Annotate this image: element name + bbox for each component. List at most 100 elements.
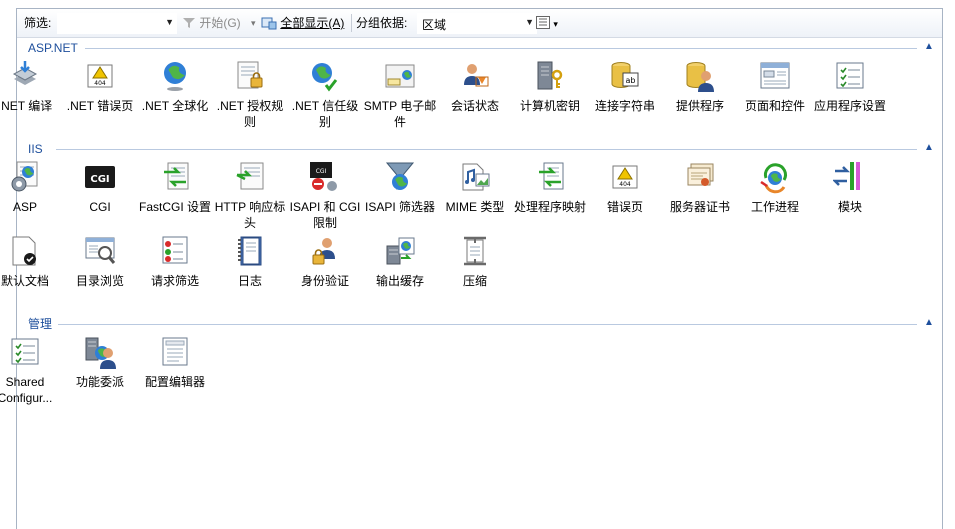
dotnet-error-pages-icon: 404 [83, 59, 117, 93]
feature-compression[interactable]: 压缩 [437, 234, 513, 289]
group-divider [55, 149, 917, 150]
feature-dotnet-authorization-rules[interactable]: .NET 授权规则 [212, 59, 288, 130]
feature-session-state[interactable]: 会话状态 [437, 59, 513, 114]
collapse-group-icon[interactable]: ▲ [922, 141, 936, 155]
feature-label: MIME 类型 [445, 200, 505, 214]
filter-toolbar: 筛选: ▼ 开始(G) ▾ 全部显示(A) 分组依据: 区域 ▼ ▾ [17, 9, 942, 38]
feature-label: 日志 [237, 274, 262, 288]
feature-connection-strings[interactable]: ab 连接字符串 [587, 59, 663, 114]
feature-dotnet-globalization[interactable]: .NET 全球化 [137, 59, 213, 114]
start-button-label: 开始(G) [199, 16, 241, 30]
feature-label: CGI [89, 200, 111, 214]
feature-label: 模块 [837, 200, 862, 214]
feature-label: 连接字符串 [594, 99, 655, 113]
feature-output-caching[interactable]: 输出缓存 [362, 234, 438, 289]
feature-dotnet-trust-levels[interactable]: .NET 信任级别 [287, 59, 363, 130]
feature-label: 配置编辑器 [144, 375, 205, 389]
feature-label: ISAPI 和 CGI 限制 [289, 200, 361, 230]
shared-configuration-icon [8, 335, 42, 369]
feature-isapi-filters[interactable]: ISAPI 筛选器 [362, 160, 438, 215]
collapse-group-icon[interactable]: ▲ [922, 40, 936, 54]
worker-processes-icon [758, 160, 792, 194]
handler-mappings-icon [533, 160, 567, 194]
group-title: IIS [28, 142, 43, 156]
feature-label: 会话状态 [450, 99, 499, 113]
group-by-select[interactable]: 区域 ▼ [417, 13, 537, 34]
feature-pages-controls[interactable]: 页面和控件 [737, 59, 813, 114]
feature-logging[interactable]: 日志 [212, 234, 288, 289]
mime-types-icon [458, 160, 492, 194]
feature-directory-browsing[interactable]: 目录浏览 [62, 234, 138, 289]
feature-worker-processes[interactable]: 工作进程 [737, 160, 813, 215]
modules-icon [831, 160, 867, 194]
feature-label: 默认文档 [0, 274, 49, 288]
feature-label: 提供程序 [675, 99, 724, 113]
group-divider [58, 324, 917, 325]
feature-dotnet-error-pages[interactable]: 404 .NET 错误页 [62, 59, 138, 114]
svg-text:CGI: CGI [316, 168, 327, 175]
feature-label: 应用程序设置 [813, 99, 886, 113]
error-pages-icon: 404 [608, 160, 642, 194]
dotnet-compilation-icon [8, 59, 42, 93]
feature-modules[interactable]: 模块 [812, 160, 888, 215]
group-by-value: 区域 [422, 18, 447, 32]
feature-label: 页面和控件 [744, 99, 805, 113]
pages-controls-icon [758, 59, 792, 93]
feature-shared-configuration[interactable]: Shared Configur... [0, 335, 63, 406]
feature-label: Shared Configur... [0, 375, 53, 405]
feature-handler-mappings[interactable]: 处理程序映射 [512, 160, 588, 215]
feature-label: SMTP 电子邮件 [363, 99, 437, 129]
start-dropdown-arrow[interactable]: ▾ [251, 15, 256, 31]
feature-smtp-email[interactable]: SMTP 电子邮件 [362, 59, 438, 130]
connection-strings-icon: ab [608, 59, 642, 93]
view-mode-button[interactable]: ▾ [536, 15, 558, 31]
group-title: ASP.NET [28, 41, 78, 55]
feature-label: 处理程序映射 [513, 200, 586, 214]
output-caching-icon [383, 234, 417, 268]
feature-label: 计算机密钥 [519, 99, 580, 113]
feature-asp[interactable]: ASP [0, 160, 63, 215]
feature-authentication[interactable]: 身份验证 [287, 234, 363, 289]
feature-label: .NET 编译 [0, 99, 53, 113]
feature-label: 目录浏览 [75, 274, 124, 288]
feature-machine-key[interactable]: 计算机密钥 [512, 59, 588, 114]
feature-cgi[interactable]: CGI CGI [62, 160, 138, 215]
chevron-down-icon: ▾ [553, 19, 558, 29]
feature-dotnet-compilation[interactable]: .NET 编译 [0, 59, 63, 114]
feature-default-document[interactable]: 默认文档 [0, 234, 63, 289]
filter-label: 筛选: [24, 16, 52, 30]
filter-input[interactable]: ▼ [57, 13, 177, 34]
start-button[interactable]: 开始(G) [182, 15, 241, 31]
chevron-down-icon[interactable]: ▼ [165, 17, 174, 27]
group-title: 管理 [28, 317, 53, 331]
feature-label: 工作进程 [750, 200, 799, 214]
show-all-icon [261, 17, 277, 30]
feature-isapi-cgi-restrictions[interactable]: CGI ISAPI 和 CGI 限制 [287, 160, 363, 231]
feature-http-response-headers[interactable]: HTTP 响应标头 [212, 160, 288, 231]
feature-application-settings[interactable]: 应用程序设置 [812, 59, 888, 114]
feature-request-filtering[interactable]: 请求筛选 [137, 234, 213, 289]
feature-providers[interactable]: 提供程序 [662, 59, 738, 114]
feature-mime-types[interactable]: MIME 类型 [437, 160, 513, 215]
feature-fastcgi-settings[interactable]: FastCGI 设置 [137, 160, 213, 215]
collapse-group-icon[interactable]: ▲ [922, 316, 936, 330]
machine-key-icon [533, 59, 567, 93]
feature-label: ASP [12, 200, 37, 214]
feature-label: ISAPI 筛选器 [364, 200, 435, 214]
configuration-editor-icon [158, 335, 192, 369]
show-all-button[interactable]: 全部显示(A) [261, 15, 344, 31]
svg-text:CGI: CGI [90, 174, 109, 185]
svg-text:404: 404 [94, 80, 106, 87]
feature-label: FastCGI 设置 [138, 200, 211, 214]
group-header: ASP.NET ▲ [28, 41, 934, 55]
isapi-filters-icon [383, 160, 417, 194]
feature-server-certificates[interactable]: 服务器证书 [662, 160, 738, 215]
toolbar-separator [351, 14, 352, 32]
feature-feature-delegation[interactable]: 功能委派 [62, 335, 138, 390]
logging-icon [233, 234, 267, 268]
feature-delegation-icon [83, 335, 117, 369]
chevron-down-icon[interactable]: ▼ [525, 17, 534, 27]
feature-label: .NET 信任级别 [291, 99, 359, 129]
feature-configuration-editor[interactable]: 配置编辑器 [137, 335, 213, 390]
feature-error-pages[interactable]: 404 错误页 [587, 160, 663, 215]
